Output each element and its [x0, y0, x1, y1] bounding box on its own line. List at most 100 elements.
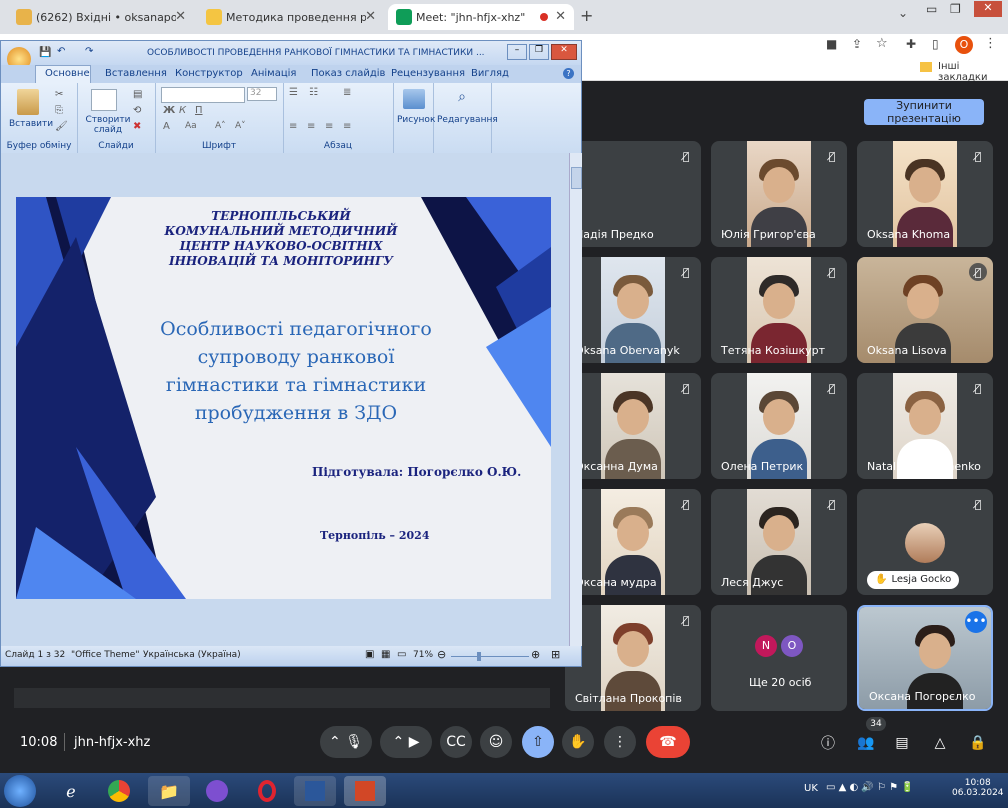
more-options-icon[interactable]: •••	[965, 611, 987, 633]
camera-icon[interactable]: ■	[826, 37, 837, 51]
language-indicator[interactable]: UK	[804, 783, 818, 794]
reset-icon[interactable]: ⟲	[133, 105, 141, 116]
redo-icon[interactable]: ↷	[85, 46, 93, 57]
word-icon[interactable]	[294, 776, 336, 806]
participant-tile[interactable]: 🎙̸ Natalia Hryshchenko	[857, 373, 993, 479]
italic-icon[interactable]: К	[179, 105, 186, 116]
undo-icon[interactable]: ↶	[57, 46, 65, 57]
justify-icon[interactable]: ≡	[343, 121, 351, 132]
captions-button[interactable]: CC	[440, 726, 472, 758]
chevron-up-icon[interactable]: ⌃	[329, 734, 341, 750]
people-icon[interactable]: 👥	[856, 733, 876, 753]
chevron-down-icon[interactable]: ⌄	[898, 6, 908, 20]
start-button[interactable]	[4, 775, 36, 807]
tab-gmail[interactable]: (6262) Вхідні • oksanapogorelko ✕	[8, 4, 194, 30]
zoom-slider-thumb[interactable]	[477, 652, 481, 661]
vertical-scrollbar[interactable]	[569, 153, 582, 646]
close-icon[interactable]: ✕	[555, 9, 566, 24]
participant-tile[interactable]: 🎙̸ Оксанна Дума	[565, 373, 701, 479]
present-button[interactable]: ⇧	[522, 726, 554, 758]
share-icon[interactable]: ⇪	[852, 37, 862, 51]
sidepanel-icon[interactable]: ▯	[932, 37, 939, 51]
minimize-icon[interactable]: –	[507, 44, 527, 60]
participant-tile[interactable]: 🎙̸ Леся Джус	[711, 489, 847, 595]
bookmarks-folder[interactable]: Інші закладки	[938, 61, 1008, 83]
zoom-level[interactable]: 71%	[413, 650, 433, 660]
tab-methodology[interactable]: Методика проведення ранкової ✕	[198, 4, 384, 30]
ie-icon[interactable]: ℯ	[50, 776, 92, 806]
stop-presenting-button[interactable]: Зупинити презентацію	[864, 99, 984, 125]
tab-design[interactable]: Конструктор	[175, 68, 243, 79]
new-tab-button[interactable]: +	[580, 6, 593, 25]
normal-view-icon[interactable]: ▣	[365, 649, 374, 660]
delete-slide-icon[interactable]: ✖	[133, 121, 141, 132]
tab-meet[interactable]: Meet: "jhn-hfjx-xhz" ✕	[388, 4, 574, 30]
chat-icon[interactable]: ▤	[892, 733, 912, 753]
more-participants-tile[interactable]: N O Ще 20 осіб	[711, 605, 847, 711]
more-options-button[interactable]: ⋮	[604, 726, 636, 758]
tab-view[interactable]: Вигляд	[471, 68, 509, 79]
close-window-icon[interactable]: ✕	[974, 1, 1002, 17]
tab-slideshow[interactable]: Показ слайдів	[311, 68, 385, 79]
extensions-icon[interactable]: ✚	[906, 37, 916, 51]
save-icon[interactable]: 💾	[39, 47, 51, 58]
layout-icon[interactable]: ▤	[133, 89, 142, 100]
clock[interactable]: 10:08 06.03.2024	[952, 778, 1004, 798]
reactions-button[interactable]: ☺	[480, 726, 512, 758]
align-center-icon[interactable]: ≡	[307, 121, 315, 132]
cut-icon[interactable]: ✂	[55, 89, 63, 100]
chrome-icon[interactable]	[98, 776, 140, 806]
underline-icon[interactable]: П	[195, 105, 203, 116]
leave-call-button[interactable]: ☎	[646, 726, 690, 758]
zoom-out-icon[interactable]: ⊖	[437, 648, 446, 661]
new-slide-button[interactable]: Створити слайд	[85, 115, 131, 135]
grow-font-icon[interactable]: A˄	[215, 121, 226, 131]
font-color-icon[interactable]: A	[163, 121, 170, 132]
participant-tile[interactable]: 🎙̸ Юлія Григор'єва	[711, 141, 847, 247]
participant-tile[interactable]: 🎙̸ Oksana Obervanyk	[565, 257, 701, 363]
close-icon[interactable]: ✕	[175, 9, 186, 24]
line-spacing-icon[interactable]: ≣	[343, 87, 351, 98]
profile-avatar[interactable]: O	[955, 36, 973, 54]
viber-icon[interactable]	[196, 776, 238, 806]
picture-button[interactable]: Рисунок	[397, 115, 435, 125]
camera-button[interactable]: ⌃ ▶	[380, 726, 432, 758]
slide-canvas[interactable]: ТЕРНОПІЛЬСЬКИЙ КОМУНАЛЬНИЙ МЕТОДИЧНИЙ ЦЕ…	[16, 197, 551, 599]
opera-icon[interactable]	[246, 776, 288, 806]
language-status[interactable]: Українська (Україна)	[143, 650, 241, 660]
bold-icon[interactable]: Ж	[163, 105, 175, 116]
copy-icon[interactable]: ⎘	[55, 105, 63, 116]
shrink-font-icon[interactable]: A˅	[235, 121, 246, 131]
help-icon[interactable]: ?	[563, 68, 574, 79]
align-right-icon[interactable]: ≡	[325, 121, 333, 132]
tab-review[interactable]: Рецензування	[391, 68, 465, 79]
font-size-select[interactable]: 32	[247, 87, 277, 101]
restore-icon[interactable]: ❐	[950, 2, 961, 16]
info-icon[interactable]: ⓘ	[818, 733, 838, 753]
zoom-slider[interactable]	[451, 656, 529, 657]
participant-tile[interactable]: 🎙̸ ✋ Lesja Gocko	[857, 489, 993, 595]
tray-icons[interactable]: ▭ ▲ ◐ 🔊 ⚐ ⚑ 🔋	[826, 782, 914, 793]
paste-button[interactable]: Вставити	[9, 119, 53, 129]
tab-animation[interactable]: Анімація	[251, 68, 296, 79]
zoom-in-icon[interactable]: ⊕	[531, 648, 540, 661]
slideshow-view-icon[interactable]: ▭	[397, 649, 406, 660]
font-name-select[interactable]	[161, 87, 245, 103]
scrollbar-thumb[interactable]	[571, 167, 582, 189]
numbering-icon[interactable]: ☷	[309, 87, 318, 98]
bullets-icon[interactable]: ☰	[289, 87, 298, 98]
tab-insert[interactable]: Вставлення	[105, 68, 167, 79]
powerpoint-icon[interactable]	[344, 776, 386, 806]
close-icon[interactable]: ✕	[551, 44, 577, 60]
host-controls-icon[interactable]: 🔒	[968, 733, 988, 753]
format-painter-icon[interactable]: 🖌	[55, 121, 68, 132]
sorter-view-icon[interactable]: ▦	[381, 649, 390, 660]
editing-button[interactable]: Редагування	[437, 115, 498, 125]
restore-icon[interactable]: ❐	[529, 44, 549, 60]
self-tile[interactable]: ••• Оксана Погорєлко	[857, 605, 993, 711]
star-icon[interactable]: ☆	[876, 36, 888, 51]
participant-tile[interactable]: 🎙̸ Оксана мудра	[565, 489, 701, 595]
participant-tile[interactable]: 🎙̸ Oksana Lisova	[857, 257, 993, 363]
activities-icon[interactable]: △	[930, 733, 950, 753]
participant-tile[interactable]: 🎙̸ Світлана Прокопів	[565, 605, 701, 711]
